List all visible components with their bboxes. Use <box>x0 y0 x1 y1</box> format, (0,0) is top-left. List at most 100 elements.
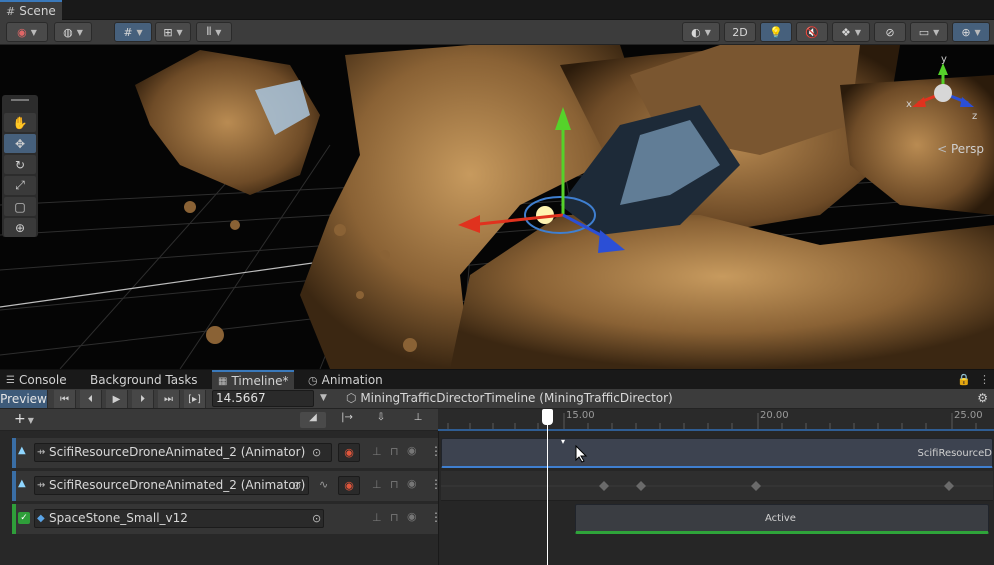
skip-end-icon: ⏭ <box>164 393 173 405</box>
pin-button[interactable]: ⊥ <box>408 412 428 428</box>
object-picker-icon[interactable]: ⊙ <box>312 512 321 525</box>
shading-icon: ◐ <box>691 25 701 39</box>
projection-label[interactable]: < Persp <box>937 142 984 156</box>
previous-frame-button[interactable]: ⏴ <box>80 390 102 408</box>
rect-icon: ▢ <box>14 199 26 214</box>
rect-tool-button[interactable]: ▢ <box>4 197 36 216</box>
tab-animation[interactable]: ◷ Animation <box>302 370 389 390</box>
add-track-button[interactable]: + ▼ <box>14 411 34 427</box>
lock-icon[interactable]: 🔒 <box>957 373 971 386</box>
scene-render <box>0 45 994 369</box>
track-header-3[interactable]: ✓ ◆ SpaceStone_Small_v12 ⊙ ⊥ ⊓ ◉ ⋮ <box>12 504 442 534</box>
2d-toggle[interactable]: 2D <box>724 22 756 42</box>
chevron-down-icon[interactable]: ▼ <box>320 393 327 403</box>
camera-button[interactable]: ▭ ▼ <box>910 22 948 42</box>
timeline-toolbar: Preview ⏮ ⏴ ▶ ⏵ ⏭ [▸] 14.5667 ▼ ⬡ Mining… <box>0 389 994 409</box>
tab-background-tasks[interactable]: Background Tasks <box>84 370 204 390</box>
current-time-field[interactable]: 14.5667 <box>212 390 314 407</box>
playhead-handle[interactable] <box>542 409 553 425</box>
track-binding-field[interactable]: ⇸ ScifiResourceDroneAnimated_2 (Animator… <box>34 443 332 462</box>
go-to-start-button[interactable]: ⏮ <box>54 390 76 408</box>
effects-button[interactable]: ❖ ▼ <box>832 22 870 42</box>
shading-mode-button[interactable]: ◐ ▼ <box>682 22 720 42</box>
skip-start-icon: ⏮ <box>60 393 69 405</box>
activation-clip[interactable]: Active <box>575 504 989 534</box>
plus-icon: + <box>14 411 26 427</box>
lighting-toggle[interactable]: 💡 <box>760 22 792 42</box>
settings-gear-icon[interactable]: ⚙ <box>977 391 988 405</box>
lock-icon[interactable]: ⊓ <box>390 511 399 524</box>
hand-icon: ✋ <box>12 115 28 130</box>
eye-icon[interactable]: ◉ <box>407 510 417 523</box>
gizmo-x-label: x <box>906 99 912 110</box>
snap-icon: ◢ <box>309 412 317 423</box>
bottom-tab-bar: ☰ Console Background Tasks ▦ Timeline* ◷… <box>0 369 994 390</box>
timeline-ruler[interactable]: 15.00 20.00 25.00 <box>438 409 994 431</box>
hash-icon: # <box>6 4 16 18</box>
lock-icon[interactable]: ⊓ <box>390 478 399 491</box>
grid-button[interactable]: ⊞ ▼ <box>155 22 191 42</box>
lock-icon[interactable]: ⊓ <box>390 445 399 458</box>
track-header-1[interactable]: ▲ ⇸ ScifiResourceDroneAnimated_2 (Animat… <box>12 438 442 468</box>
clock-icon: ◷ <box>308 373 318 387</box>
animator-icon: ⇸ <box>37 447 46 458</box>
transform-icon: ⊕ <box>14 220 26 235</box>
infinite-clip-lane[interactable] <box>441 471 993 501</box>
gizmos-button[interactable]: ⊕ ▼ <box>952 22 990 42</box>
hidden-objects-toggle[interactable]: ⊘ <box>874 22 906 42</box>
hand-tool-button[interactable]: ✋ <box>4 113 36 132</box>
increment-snap-button[interactable]: ⫴ ▼ <box>196 22 232 42</box>
draw-mode-button[interactable]: ◉ ▼ <box>6 22 48 42</box>
play-range-icon: [▸] <box>188 393 201 405</box>
pin-icon[interactable]: ⊥ <box>372 445 382 458</box>
record-button[interactable]: ◉ <box>338 476 360 495</box>
snap-toggle[interactable]: ◢ <box>300 412 326 428</box>
move-tool-button[interactable]: ✥ <box>4 134 36 153</box>
scene-viewport[interactable]: ✋ ✥ ↻ ⤢ ▢ ⊕ y x z < Persp <box>0 45 994 369</box>
pin-icon[interactable]: ⊥ <box>372 478 382 491</box>
record-button[interactable]: ◉ <box>338 443 360 462</box>
play-icon: ▶ <box>112 393 121 405</box>
track-binding-field[interactable]: ◆ SpaceStone_Small_v12 <box>34 509 324 528</box>
next-frame-button[interactable]: ⏵ <box>132 390 154 408</box>
snap-button[interactable]: # ▼ <box>114 22 152 42</box>
play-range-button[interactable]: [▸] <box>184 390 206 408</box>
lightbulb-icon: 💡 <box>769 25 783 39</box>
tab-scene[interactable]: # Scene <box>0 0 62 20</box>
ripple-toggle[interactable]: |→ <box>334 412 360 428</box>
animation-clip[interactable]: ScifiResourceD <box>441 438 993 468</box>
kebab-menu-icon[interactable]: ⋮ <box>979 373 990 386</box>
audio-toggle[interactable]: 🔇 <box>796 22 828 42</box>
eye-icon[interactable]: ◉ <box>407 444 417 457</box>
active-checkbox[interactable]: ✓ <box>18 512 30 524</box>
track-header-2[interactable]: ▲ ⇸ ScifiResourceDroneAnimated_2 (Animat… <box>12 471 442 501</box>
tab-console[interactable]: ☰ Console <box>0 370 73 390</box>
ruler-label-25: 25.00 <box>954 410 983 421</box>
keyframe-toggle[interactable]: ⇩ <box>368 412 394 428</box>
orientation-gizmo[interactable]: y x z <box>896 53 986 133</box>
pin-icon[interactable]: ⊥ <box>372 511 382 524</box>
scale-tool-button[interactable]: ⤢ <box>4 176 36 195</box>
track-binding-field[interactable]: ⇸ ScifiResourceDroneAnimated_2 (Animator… <box>34 476 309 495</box>
track-area[interactable]: ScifiResourceD Active ▾ <box>438 431 994 565</box>
cube-icon: ◆ <box>37 513 45 524</box>
eye-icon[interactable]: ◉ <box>407 477 417 490</box>
global-button[interactable]: ◍ ▼ <box>54 22 92 42</box>
breadcrumb[interactable]: ⬡ MiningTrafficDirectorTimeline (MiningT… <box>346 391 673 405</box>
tab-timeline[interactable]: ▦ Timeline* <box>212 370 295 390</box>
ripple-icon: |→ <box>341 412 353 423</box>
preview-toggle[interactable]: Preview <box>0 390 48 408</box>
go-to-end-button[interactable]: ⏭ <box>158 390 180 408</box>
play-button[interactable]: ▶ <box>106 390 128 408</box>
curves-icon[interactable]: ∿ <box>319 478 328 491</box>
rotate-tool-button[interactable]: ↻ <box>4 155 36 174</box>
transform-tool-button[interactable]: ⊕ <box>4 218 36 237</box>
console-icon: ☰ <box>6 374 15 386</box>
grid-snap-icon: # <box>123 25 133 39</box>
pin-icon: ⊥ <box>413 412 423 423</box>
object-picker-icon[interactable]: ⊙ <box>292 479 301 492</box>
drag-handle-icon[interactable] <box>11 99 29 101</box>
globe-icon: ◍ <box>63 25 73 39</box>
gizmos-icon: ⊕ <box>961 25 971 39</box>
object-picker-icon[interactable]: ⊙ <box>312 446 321 459</box>
